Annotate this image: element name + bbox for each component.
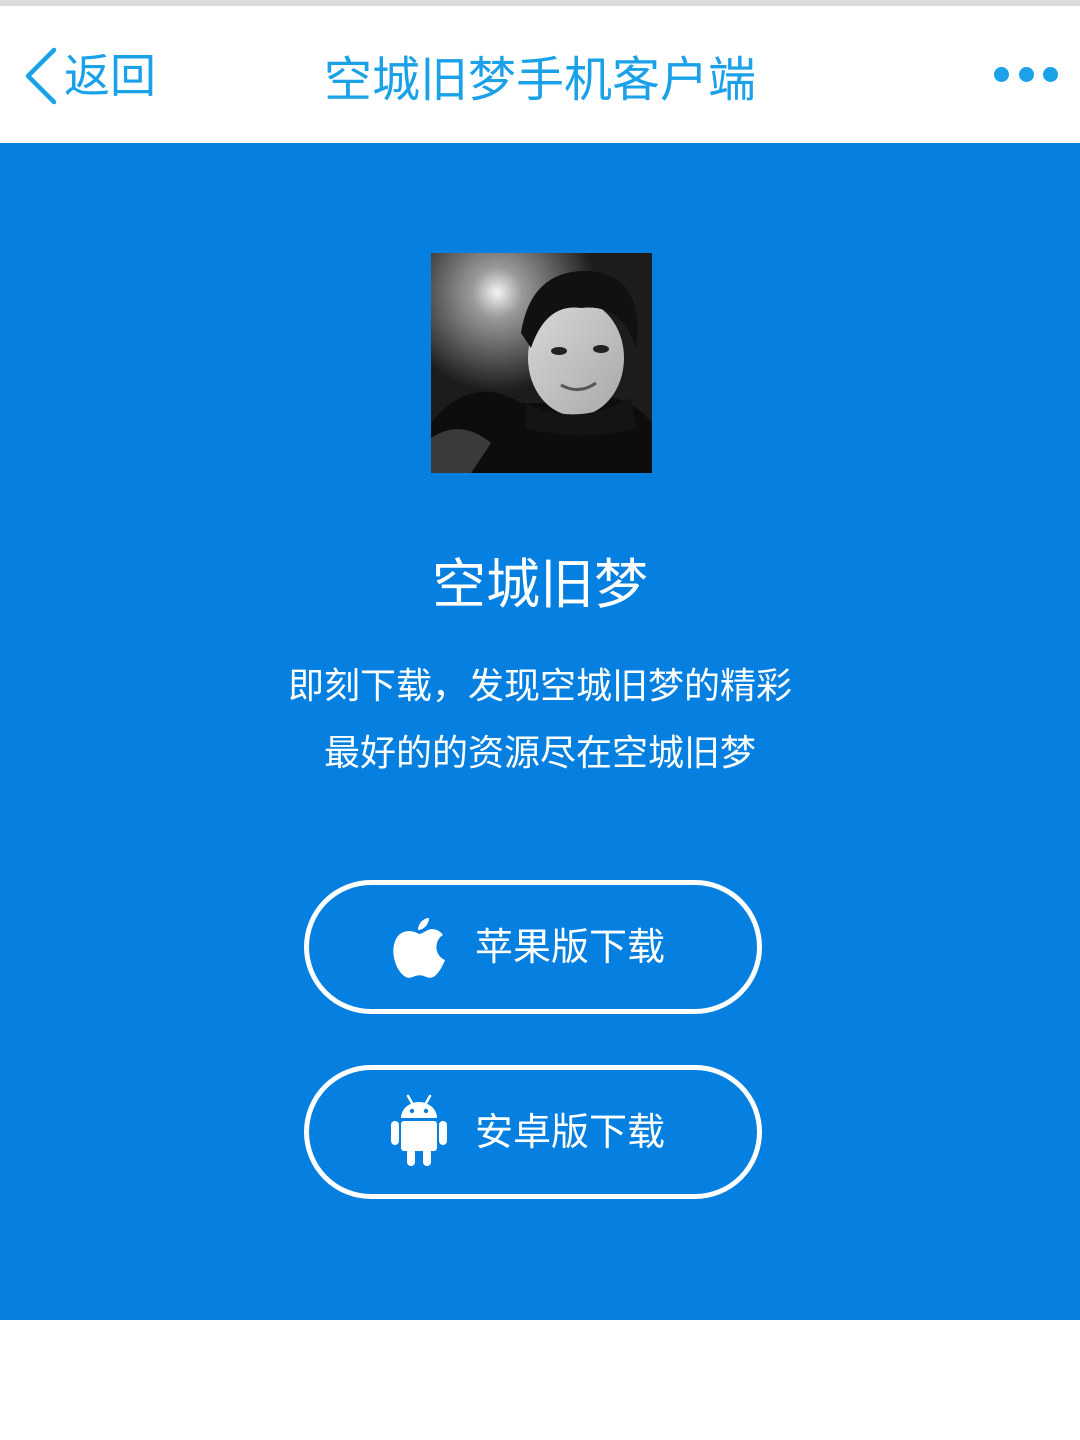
tagline-line-1: 即刻下载，发现空城旧梦的精彩 [287,666,792,707]
more-dots-icon [1043,66,1058,82]
back-label: 返回 [64,49,156,103]
ios-download-label: 苹果版下载 [475,925,666,969]
page-title: 空城旧梦手机客户端 [323,51,756,108]
app-name: 空城旧梦 [432,553,648,616]
android-download-button[interactable]: 安卓版下载 [304,1065,762,1199]
android-icon [391,1094,447,1170]
apple-icon [391,914,447,980]
hero-panel: 空城旧梦 即刻下载，发现空城旧梦的精彩 最好的的资源尽在空城旧梦 苹果版下载 安… [0,143,1080,1320]
more-dots-icon [994,66,1009,82]
android-download-label: 安卓版下载 [475,1110,666,1154]
more-dots-icon [1018,66,1034,82]
tagline-line-2: 最好的的资源尽在空城旧梦 [323,733,756,774]
more-button[interactable] [994,50,1058,98]
ios-download-button[interactable]: 苹果版下载 [304,880,762,1014]
avatar [431,253,652,473]
nav-bar: 返回 空城旧梦手机客户端 [0,6,1080,143]
chevron-left-icon [22,46,58,106]
back-button[interactable]: 返回 [22,36,156,116]
